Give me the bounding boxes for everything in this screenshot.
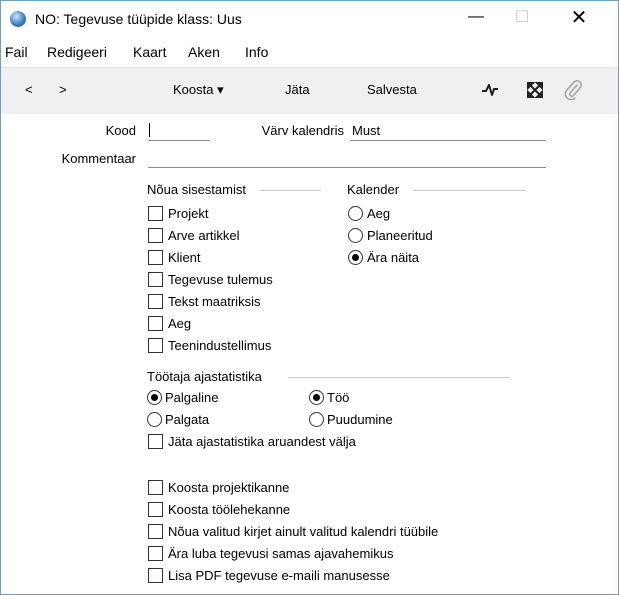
calendar-color-value: Must xyxy=(352,123,381,138)
menu-info[interactable]: Info xyxy=(245,44,268,60)
required-heading: Nõua sisestamist xyxy=(147,182,246,197)
required-customer-label: Klient xyxy=(168,250,201,265)
timestats-heading: Töötaja ajastatistika xyxy=(147,369,262,384)
expand-icon[interactable] xyxy=(527,82,543,98)
calendar-divider xyxy=(413,190,526,191)
create-timesheet-entry-label: Koosta töölehekanne xyxy=(168,502,291,517)
maximize-button[interactable]: ☐ xyxy=(499,1,545,33)
form-content: Kood Värv kalendris Must Kommentaar Nõua… xyxy=(1,114,618,594)
required-matrix-text-label: Tekst maatriksis xyxy=(168,294,261,309)
menu-edit[interactable]: Redigeeri xyxy=(47,44,107,60)
absence-radio[interactable] xyxy=(309,412,324,427)
calendar-color-label: Värv kalendris xyxy=(261,123,344,138)
exclude-timestats-checkbox[interactable] xyxy=(148,434,163,449)
comment-label: Kommentaar xyxy=(61,151,136,166)
required-customer-checkbox[interactable] xyxy=(148,250,163,265)
previous-record-button[interactable]: < xyxy=(25,82,33,97)
attach-pdf-label: Lisa PDF tegevuse e-maili manusesse xyxy=(168,568,390,583)
required-time-label: Aeg xyxy=(168,316,192,331)
required-matrix-text-checkbox[interactable] xyxy=(148,294,163,309)
timestats-divider xyxy=(288,377,509,378)
window: NO: Tegevuse tüüpide klass: Uus — ☐ ✕ Fa… xyxy=(0,0,619,595)
discard-button[interactable]: Jäta xyxy=(285,82,310,97)
calendar-time-radio[interactable] xyxy=(348,206,363,221)
require-record-calendar-type-checkbox[interactable] xyxy=(148,524,163,539)
calendar-planned-label: Planeeritud xyxy=(367,228,433,243)
minimize-button[interactable]: — xyxy=(453,1,499,33)
comment-field[interactable] xyxy=(148,167,546,168)
menu-card[interactable]: Kaart xyxy=(133,44,166,60)
calendar-hide-label: Ära näita xyxy=(367,250,420,265)
create-project-entry-label: Koosta projektikanne xyxy=(168,480,290,495)
required-activity-result-checkbox[interactable] xyxy=(148,272,163,287)
paid-radio[interactable] xyxy=(147,390,162,405)
create-menu-button[interactable]: Koosta ▾ xyxy=(173,82,224,98)
required-activity-result-label: Tegevuse tulemus xyxy=(168,272,273,287)
required-time-checkbox[interactable] xyxy=(148,316,163,331)
work-label: Töö xyxy=(327,390,350,405)
calendar-planned-radio[interactable] xyxy=(348,228,363,243)
save-button[interactable]: Salvesta xyxy=(367,82,417,97)
toolbar: < > Koosta ▾ Jäta Salvesta xyxy=(1,67,618,115)
required-invoice-item-label: Arve artikkel xyxy=(168,228,240,243)
paperclip-icon[interactable] xyxy=(564,80,582,100)
create-project-entry-checkbox[interactable] xyxy=(148,480,163,495)
required-project-checkbox[interactable] xyxy=(148,206,163,221)
exclude-timestats-label: Jäta ajastatistika aruandest välja xyxy=(168,434,356,449)
menu-window[interactable]: Aken xyxy=(188,44,220,60)
app-globe-icon xyxy=(10,11,26,27)
menu-file[interactable]: Fail xyxy=(5,44,28,60)
calendar-hide-radio[interactable] xyxy=(348,250,363,265)
code-label: Kood xyxy=(105,123,136,138)
required-project-label: Projekt xyxy=(168,206,209,221)
close-button[interactable]: ✕ xyxy=(556,1,602,33)
window-title: NO: Tegevuse tüüpide klass: Uus xyxy=(35,11,242,27)
require-record-calendar-type-label: Nõua valitud kirjet ainult valitud kalen… xyxy=(168,524,439,539)
required-service-order-checkbox[interactable] xyxy=(148,338,163,353)
disallow-overlap-checkbox[interactable] xyxy=(148,546,163,561)
next-record-button[interactable]: > xyxy=(59,82,67,97)
calendar-heading: Kalender xyxy=(347,182,400,197)
title-bar: NO: Tegevuse tüüpide klass: Uus — ☐ ✕ xyxy=(1,1,618,37)
required-service-order-label: Teenindustellimus xyxy=(168,338,272,353)
menu-bar: Fail Redigeeri Kaart Aken Info xyxy=(1,41,618,63)
disallow-overlap-label: Ära luba tegevusi samas ajavahemikus xyxy=(168,546,394,561)
unpaid-label: Palgata xyxy=(165,412,210,427)
paid-label: Palgaline xyxy=(165,390,219,405)
code-field[interactable] xyxy=(148,140,210,141)
required-divider xyxy=(260,190,321,191)
calendar-color-field[interactable] xyxy=(350,140,546,141)
required-invoice-item-checkbox[interactable] xyxy=(148,228,163,243)
work-radio[interactable] xyxy=(309,390,324,405)
unpaid-radio[interactable] xyxy=(147,412,162,427)
create-timesheet-entry-checkbox[interactable] xyxy=(148,502,163,517)
calendar-time-label: Aeg xyxy=(367,206,391,221)
absence-label: Puudumine xyxy=(327,412,393,427)
attach-pdf-checkbox[interactable] xyxy=(148,568,163,583)
activity-icon[interactable] xyxy=(481,83,499,97)
text-cursor xyxy=(149,123,150,137)
